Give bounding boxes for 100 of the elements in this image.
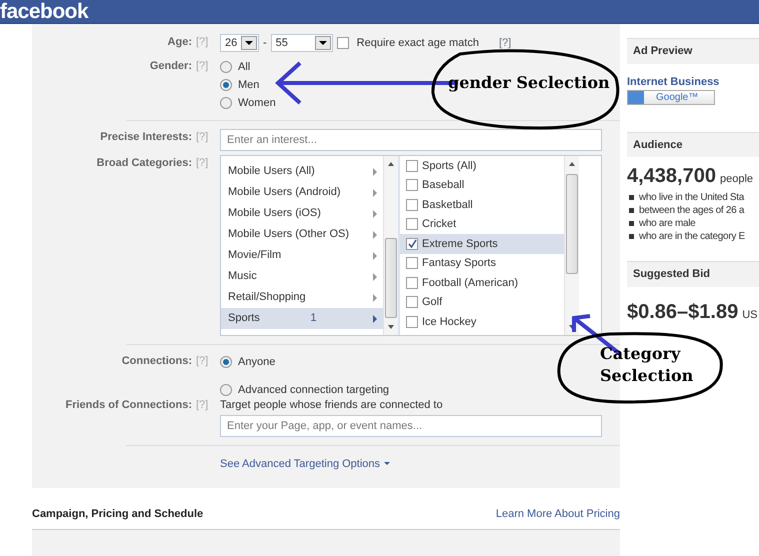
currency: US bbox=[742, 308, 758, 322]
advanced-options-link[interactable]: See Advanced Targeting Options bbox=[220, 456, 380, 472]
submenu-arrow-icon bbox=[373, 230, 377, 238]
bullet-icon bbox=[629, 208, 634, 213]
bid-range: $0.86–$1.89 bbox=[627, 300, 738, 324]
category-label: Movie/Film bbox=[228, 248, 282, 264]
scroll-down-icon[interactable] bbox=[388, 325, 394, 329]
checkbox[interactable] bbox=[406, 238, 418, 250]
checkbox[interactable] bbox=[406, 179, 418, 192]
radio-button[interactable] bbox=[220, 97, 232, 109]
category-label: Mobile Users (Android) bbox=[228, 185, 340, 200]
checkbox[interactable] bbox=[336, 37, 349, 49]
interest-input[interactable]: Enter an interest... bbox=[220, 129, 602, 151]
help-link[interactable]: [?] bbox=[498, 34, 512, 52]
field-label: Broad Categories: bbox=[96, 156, 193, 171]
radio-button[interactable] bbox=[220, 356, 232, 368]
category-label: Mobile Users (Other OS) bbox=[228, 227, 350, 242]
section-header: Suggested Bid bbox=[627, 261, 759, 286]
field-label: Age: bbox=[166, 35, 193, 50]
submenu-arrow-icon bbox=[373, 252, 377, 260]
caret-icon bbox=[384, 462, 390, 466]
radio-button[interactable] bbox=[220, 79, 232, 91]
radio-label[interactable]: All bbox=[238, 58, 250, 76]
submenu-arrow-icon bbox=[373, 294, 377, 302]
category-label: Retail/Shopping bbox=[228, 290, 306, 306]
radio-label[interactable]: Advanced connection targeting bbox=[238, 382, 390, 398]
checkbox-label[interactable]: Cricket bbox=[422, 216, 456, 232]
radio-label[interactable]: Anyone bbox=[238, 354, 276, 370]
checkbox[interactable] bbox=[406, 296, 418, 308]
plus-one-button[interactable]: Google™ bbox=[627, 90, 715, 105]
checkbox-label[interactable]: Golf bbox=[422, 294, 442, 310]
category-count: 1 bbox=[310, 311, 316, 326]
checkbox-label[interactable]: Basketball bbox=[422, 196, 473, 213]
category-item[interactable]: Mobile Users (Other OS) bbox=[221, 224, 383, 245]
checkbox-label[interactable]: Sports (All) bbox=[422, 158, 476, 174]
annotation-text: gender Seclection bbox=[448, 72, 610, 94]
category-label: Mobile Users (iOS) bbox=[228, 206, 321, 222]
facebook-logo[interactable]: facebook bbox=[0, 0, 759, 24]
ad-title-link[interactable]: Internet Business bbox=[627, 74, 759, 90]
submenu-arrow-icon bbox=[373, 272, 377, 280]
checkbox-label[interactable]: Baseball bbox=[422, 177, 464, 194]
select-value: 55 bbox=[276, 36, 288, 51]
scrollbar-thumb[interactable] bbox=[566, 174, 578, 274]
hint-text: Target people whose friends are connected to bbox=[220, 398, 444, 413]
annotation-text: Category Seclection bbox=[600, 343, 694, 387]
field-label: Precise Interests: bbox=[99, 130, 193, 145]
criteria-text: who live in the United Sta bbox=[639, 191, 744, 205]
scrollbar[interactable] bbox=[564, 156, 579, 335]
criteria-text: who are male bbox=[639, 217, 696, 231]
count-unit: people bbox=[720, 172, 754, 187]
checkbox[interactable] bbox=[406, 276, 418, 289]
submenu-arrow-icon bbox=[373, 168, 377, 176]
range-separator: - bbox=[263, 36, 267, 51]
checkbox-label[interactable]: Ice Hockey bbox=[422, 314, 476, 330]
scroll-up-icon[interactable] bbox=[569, 162, 575, 166]
checkbox[interactable] bbox=[406, 218, 418, 230]
checkbox[interactable] bbox=[406, 198, 418, 211]
submenu-arrow-icon bbox=[373, 210, 377, 218]
criteria-text: between the ages of 26 a bbox=[639, 204, 744, 218]
section-header: Audience bbox=[627, 132, 759, 157]
select-value: 26 bbox=[225, 36, 238, 51]
checkbox-label[interactable]: Fantasy Sports bbox=[422, 255, 496, 272]
criteria-text: who are in the category E bbox=[639, 230, 745, 244]
field-label: Friends of Connections: bbox=[64, 398, 193, 413]
scroll-down-icon[interactable] bbox=[569, 325, 575, 329]
page-name-input[interactable]: Enter your Page, app, or event names... bbox=[220, 414, 602, 436]
category-item[interactable]: Mobile Users (Android) bbox=[221, 182, 383, 203]
section-title: Campaign, Pricing and Schedule bbox=[32, 507, 204, 522]
checkbox[interactable] bbox=[406, 160, 418, 172]
radio-button[interactable] bbox=[220, 384, 232, 396]
checkbox-label[interactable]: Require exact age match bbox=[356, 34, 479, 52]
category-label: Music bbox=[228, 269, 257, 284]
age-max-select[interactable]: 55 bbox=[270, 34, 333, 52]
category-item[interactable]: Movie/Film bbox=[221, 245, 383, 266]
audience-count: 4,438,700 bbox=[627, 164, 716, 189]
field-label: Gender: bbox=[148, 59, 193, 74]
category-item[interactable]: Retail/Shopping bbox=[221, 287, 383, 308]
section-header: Ad Preview bbox=[627, 38, 759, 64]
pricing-link[interactable]: Learn More About Pricing bbox=[496, 506, 620, 522]
radio-label[interactable]: Men bbox=[238, 76, 260, 94]
checkbox-label[interactable]: Football (American) bbox=[422, 274, 518, 291]
checkbox[interactable] bbox=[406, 257, 418, 270]
category-item[interactable]: Sports 1 bbox=[221, 308, 383, 329]
checkbox[interactable] bbox=[406, 316, 418, 328]
field-label: Connections: bbox=[120, 354, 193, 369]
category-item[interactable]: Mobile Users (All) bbox=[221, 161, 383, 182]
category-item[interactable]: Mobile Users (iOS) bbox=[221, 203, 383, 224]
scrollbar[interactable] bbox=[383, 156, 398, 335]
radio-button[interactable] bbox=[220, 61, 232, 73]
bullet-icon bbox=[629, 234, 634, 239]
bullet-icon bbox=[629, 221, 634, 226]
submenu-arrow-icon bbox=[372, 314, 377, 322]
scrollbar-thumb[interactable] bbox=[385, 238, 397, 318]
bullet-icon bbox=[629, 195, 634, 200]
age-min-select[interactable]: 26 bbox=[220, 34, 259, 52]
submenu-arrow-icon bbox=[373, 188, 377, 196]
scroll-up-icon[interactable] bbox=[388, 162, 394, 166]
category-item[interactable]: Music bbox=[221, 266, 383, 287]
category-label: Mobile Users (All) bbox=[228, 164, 315, 180]
radio-label[interactable]: Women bbox=[238, 94, 276, 112]
